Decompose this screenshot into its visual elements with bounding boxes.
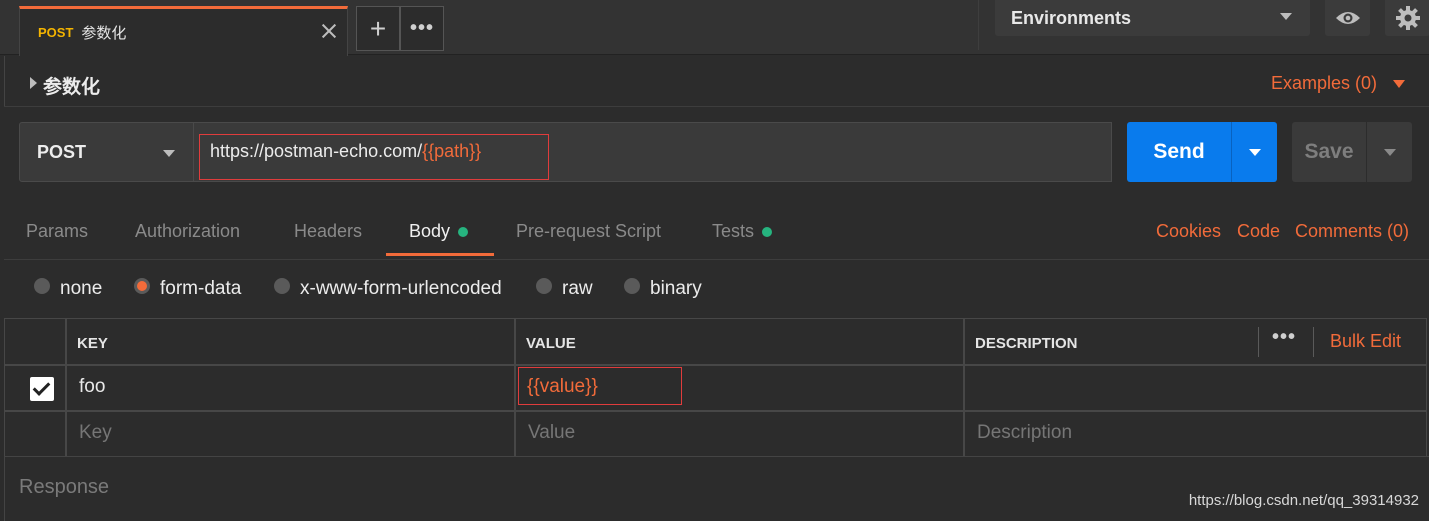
divider — [978, 0, 979, 50]
radio-label: none — [60, 278, 103, 299]
comments-link[interactable]: Comments (0) — [1295, 221, 1409, 242]
radio-icon — [274, 278, 290, 294]
code-link[interactable]: Code — [1237, 221, 1280, 242]
status-dot — [762, 226, 773, 237]
chevron-down-icon — [163, 150, 175, 157]
tab-params[interactable]: Params — [26, 221, 88, 242]
divider — [4, 106, 1429, 107]
chevron-down-icon — [1383, 148, 1396, 156]
cookies-link[interactable]: Cookies — [1156, 221, 1221, 242]
tab-strip: POST 参数化 + ••• Environments — [0, 0, 1429, 56]
chevron-down-icon — [1248, 148, 1261, 156]
column-header-value: VALUE — [515, 318, 964, 365]
radio-selected-icon — [134, 278, 150, 294]
tab-headers[interactable]: Headers — [294, 221, 362, 242]
eye-icon — [1335, 12, 1360, 24]
environment-select[interactable]: Environments — [995, 0, 1310, 36]
new-tab-button[interactable]: + — [356, 6, 400, 51]
tab-tests[interactable]: Tests — [712, 221, 773, 242]
tab-body-label: Body — [409, 221, 451, 241]
more-icon: ••• — [409, 17, 434, 39]
url-variable: {{path}} — [422, 141, 482, 161]
active-tab-indicator — [386, 253, 494, 256]
request-tab[interactable]: POST 参数化 — [19, 6, 348, 56]
divider — [1313, 327, 1314, 357]
send-options-button[interactable] — [1231, 122, 1277, 182]
radio-icon — [624, 278, 640, 294]
send-button[interactable]: Send — [1127, 122, 1231, 182]
save-options-button[interactable] — [1366, 122, 1412, 182]
new-key-input[interactable]: Key — [66, 411, 515, 457]
examples-dropdown[interactable]: Examples (0) — [1271, 73, 1377, 94]
expand-icon[interactable] — [30, 77, 37, 89]
radio-label: binary — [650, 278, 702, 299]
body-type-options: none form-data x-www-form-urlencoded raw… — [0, 270, 1429, 310]
request-name[interactable]: 参数化 — [43, 72, 100, 99]
method-select[interactable]: POST — [19, 122, 194, 182]
response-panel — [4, 456, 1429, 521]
more-icon[interactable]: ••• — [1272, 326, 1296, 349]
radio-form-data[interactable]: form-data — [134, 278, 241, 300]
table-row-checkbox-cell — [4, 411, 66, 457]
new-description-input[interactable]: Description — [964, 411, 1427, 457]
environment-label: Environments — [1011, 7, 1132, 28]
watermark-text: https://blog.csdn.net/qq_39314932 — [1188, 492, 1419, 509]
radio-label: raw — [562, 278, 593, 299]
bulk-edit-link[interactable]: Bulk Edit — [1330, 331, 1401, 352]
row-value-text: {{value}} — [527, 376, 598, 397]
tab-method: POST — [38, 25, 74, 40]
radio-icon — [34, 278, 50, 294]
radio-binary[interactable]: binary — [624, 278, 702, 300]
row-description-input[interactable] — [964, 365, 1427, 411]
save-button[interactable]: Save — [1292, 122, 1366, 182]
tab-pre-request-script[interactable]: Pre-request Script — [516, 221, 661, 242]
table-header-checkbox-cell — [4, 318, 66, 365]
plus-icon: + — [369, 12, 387, 44]
chevron-down-icon — [1280, 13, 1292, 20]
divider — [4, 259, 1429, 260]
status-dot — [458, 226, 469, 237]
environment-settings-button[interactable] — [1385, 0, 1429, 36]
column-header-key: KEY — [66, 318, 515, 365]
gear-icon — [1395, 6, 1420, 30]
radio-label: form-data — [160, 278, 242, 299]
environment-quick-look-button[interactable] — [1325, 0, 1370, 36]
row-key-input[interactable]: foo — [66, 365, 515, 411]
method-label: POST — [37, 141, 87, 162]
tab-authorization[interactable]: Authorization — [135, 221, 240, 242]
row-checkbox[interactable] — [30, 377, 54, 401]
tab-title: 参数化 — [81, 25, 127, 42]
new-value-input[interactable]: Value — [515, 411, 964, 457]
tab-body[interactable]: Body — [409, 221, 469, 242]
radio-label: x-www-form-urlencoded — [300, 278, 502, 299]
response-label: Response — [19, 476, 110, 498]
tab-options-button[interactable]: ••• — [400, 6, 444, 51]
radio-raw[interactable]: raw — [536, 278, 593, 300]
url-base: https://postman-echo.com/ — [210, 141, 423, 161]
close-icon[interactable] — [319, 21, 339, 41]
chevron-down-icon[interactable] — [1393, 80, 1405, 88]
radio-x-www-form-urlencoded[interactable]: x-www-form-urlencoded — [274, 278, 502, 300]
radio-none[interactable]: none — [34, 278, 102, 300]
request-name-row: 参数化 Examples (0) — [4, 56, 1429, 106]
url-text[interactable]: https://postman-echo.com/{{path}} — [210, 141, 481, 162]
divider — [1258, 327, 1259, 357]
radio-icon — [536, 278, 552, 294]
tab-tests-label: Tests — [712, 221, 755, 241]
